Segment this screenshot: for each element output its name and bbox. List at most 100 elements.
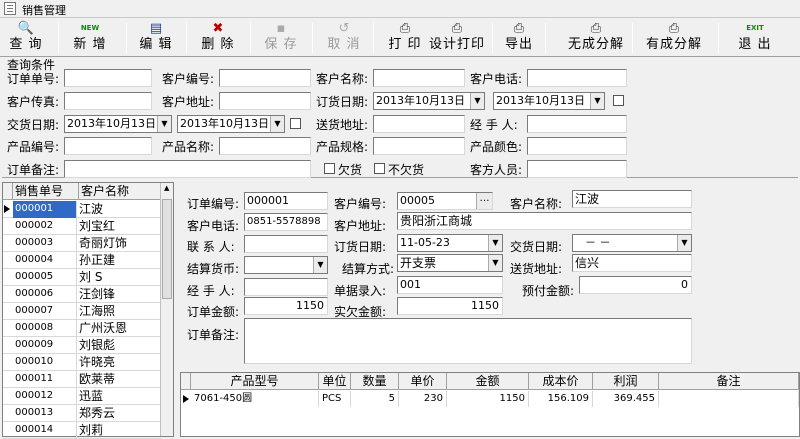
query-conditions-group: 查询条件 订单单号: 客户编号: 客户名称: 客户电话: 客户传真: 客户地址:… bbox=[2, 57, 798, 178]
detail-owed-input[interactable]: 1150 bbox=[397, 297, 503, 315]
query-customer-name-input[interactable] bbox=[373, 69, 465, 87]
detail-doc-entry-input[interactable]: 001 bbox=[397, 276, 503, 294]
query-delivery-date-from[interactable]: 2013年10月13日 ▼ bbox=[64, 115, 172, 133]
grid-cell[interactable]: 7061-450圆 bbox=[191, 391, 319, 407]
grid-cell[interactable] bbox=[659, 391, 799, 407]
query-customer-no-input[interactable] bbox=[219, 69, 311, 87]
grid-cell[interactable]: 1150 bbox=[447, 391, 529, 407]
query-order-date-from[interactable]: 2013年10月13日 ▼ bbox=[373, 92, 485, 110]
list-item[interactable]: 000014 刘莉 bbox=[3, 422, 161, 439]
list-item[interactable]: 000011 欧莱蒂 bbox=[3, 371, 161, 388]
chevron-down-icon[interactable]: ▼ bbox=[313, 257, 327, 273]
list-scrollbar[interactable]: ▲ bbox=[160, 183, 173, 436]
with-cost-split-button[interactable]: ⎙ 有成分解 bbox=[644, 19, 704, 57]
detail-delivery-address-input[interactable]: 信兴 bbox=[572, 254, 692, 272]
detail-customer-no-input[interactable]: 00005… bbox=[397, 192, 493, 210]
detail-delivery-date-picker[interactable]: － － ▼ bbox=[572, 234, 692, 252]
query-remark-label: 订单备注: bbox=[7, 163, 60, 177]
query-order-date-checkbox[interactable] bbox=[613, 95, 624, 106]
list-item[interactable]: 000012 迅蓝 bbox=[3, 388, 161, 405]
grid-cell[interactable]: PCS bbox=[319, 391, 351, 407]
order-items-grid[interactable]: 产品型号 单位 数量 单价 金额 成本价 利润 备注 7061-450圆 PCS 5 230 1150 1… bbox=[180, 372, 800, 437]
query-product-name-input[interactable] bbox=[219, 137, 311, 155]
exit-button[interactable]: EXIT 退 出 bbox=[730, 19, 780, 57]
list-item[interactable]: 000008 广州沃恩 bbox=[3, 320, 161, 337]
query-button[interactable]: 🔍 查 询 bbox=[4, 19, 48, 57]
grid-header[interactable]: 金额 bbox=[447, 373, 529, 390]
list-item[interactable]: 000005 刘 S bbox=[3, 269, 161, 286]
grid-cell[interactable]: 156.109 bbox=[529, 391, 593, 407]
list-item[interactable]: 000003 奇丽灯饰 bbox=[3, 235, 161, 252]
list-item[interactable]: 000007 江海照 bbox=[3, 303, 161, 320]
query-customer-staff-input[interactable] bbox=[527, 160, 627, 178]
query-customer-address-input[interactable] bbox=[219, 92, 311, 110]
order-list[interactable]: 销售单号 客户名称 000001 江波 000002 刘宝红 000003 奇丽灯饰 000… bbox=[2, 182, 174, 439]
query-not-owing-checkbox[interactable] bbox=[374, 163, 385, 174]
detail-remark-textarea[interactable] bbox=[244, 318, 692, 364]
save-button[interactable]: ▪ 保 存 bbox=[259, 19, 303, 57]
list-item[interactable]: 000006 汪剑锋 bbox=[3, 286, 161, 303]
export-button[interactable]: ⎙ 导出 bbox=[500, 19, 538, 57]
grid-header[interactable]: 数量 bbox=[351, 373, 399, 390]
grid-header[interactable]: 产品型号 bbox=[191, 373, 319, 390]
detail-handler-input[interactable] bbox=[244, 278, 328, 296]
list-item[interactable]: 000009 刘银彪 bbox=[3, 337, 161, 354]
chevron-down-icon[interactable]: ▼ bbox=[470, 93, 484, 109]
scroll-up-icon[interactable]: ▲ bbox=[164, 184, 169, 192]
list-item[interactable]: 000013 郑秀云 bbox=[3, 405, 161, 422]
detail-payment-select[interactable]: 开支票 ▼ bbox=[397, 254, 503, 272]
detail-currency-select[interactable]: ▼ bbox=[244, 256, 328, 274]
list-header-customer-name[interactable]: 客户名称 bbox=[79, 183, 161, 200]
grid-header[interactable]: 备注 bbox=[659, 373, 799, 390]
list-item[interactable]: 000001 江波 bbox=[3, 201, 161, 218]
design-print-button[interactable]: ⎙ 设计打印 bbox=[428, 19, 486, 57]
query-customer-fax-input[interactable] bbox=[64, 92, 152, 110]
delete-button[interactable]: ✖ 删 除 bbox=[196, 19, 240, 57]
query-handler-input[interactable] bbox=[527, 115, 627, 133]
chevron-down-icon[interactable]: ▼ bbox=[270, 116, 284, 132]
query-delivery-address-input[interactable] bbox=[373, 115, 465, 133]
query-product-color-input[interactable] bbox=[527, 137, 627, 155]
detail-contact-input[interactable] bbox=[244, 235, 328, 253]
ellipsis-button[interactable]: … bbox=[476, 193, 492, 209]
list-header-order-no[interactable]: 销售单号 bbox=[13, 183, 79, 200]
detail-customer-phone-input[interactable]: 0851-5578898 bbox=[244, 213, 328, 231]
query-order-no-input[interactable] bbox=[64, 69, 152, 87]
query-delivery-date-checkbox[interactable] bbox=[290, 118, 301, 129]
grid-cell[interactable]: 5 bbox=[351, 391, 399, 407]
query-customer-phone-input[interactable] bbox=[527, 69, 627, 87]
chevron-down-icon[interactable]: ▼ bbox=[590, 93, 604, 109]
detail-order-date-picker[interactable]: 11-05-23 ▼ bbox=[397, 234, 503, 252]
detail-amount-input[interactable]: 1150 bbox=[244, 297, 328, 315]
grid-cell[interactable]: 369.455 bbox=[593, 391, 659, 407]
scrollbar-thumb[interactable] bbox=[162, 199, 172, 299]
grid-header[interactable]: 利润 bbox=[593, 373, 659, 390]
query-order-date-to[interactable]: 2013年10月13日 ▼ bbox=[493, 92, 605, 110]
detail-order-no-input[interactable]: 000001 bbox=[244, 192, 328, 210]
print-button[interactable]: ⎙ 打 印 bbox=[383, 19, 427, 57]
add-button[interactable]: NEW 新 增 bbox=[68, 19, 112, 57]
chevron-down-icon[interactable]: ▼ bbox=[157, 116, 171, 132]
detail-customer-name-input[interactable]: 江波 bbox=[572, 190, 692, 208]
list-item[interactable]: 000010 许晓亮 bbox=[3, 354, 161, 371]
grid-header[interactable]: 成本价 bbox=[529, 373, 593, 390]
detail-customer-address-input[interactable]: 贵阳浙江商城 bbox=[397, 212, 692, 230]
no-cost-split-button[interactable]: ⎙ 无成分解 bbox=[566, 19, 626, 57]
chevron-down-icon[interactable]: ▼ bbox=[488, 255, 502, 271]
list-item[interactable]: 000002 刘宝红 bbox=[3, 218, 161, 235]
query-product-spec-input[interactable] bbox=[373, 137, 465, 155]
query-product-no-input[interactable] bbox=[64, 137, 152, 155]
query-delivery-date-to[interactable]: 2013年10月13日 ▼ bbox=[177, 115, 285, 133]
query-owing-checkbox[interactable] bbox=[324, 163, 335, 174]
grid-header[interactable]: 单位 bbox=[319, 373, 351, 390]
edit-button[interactable]: ▤ 编 辑 bbox=[134, 19, 178, 57]
chevron-down-icon[interactable]: ▼ bbox=[488, 235, 502, 251]
with-cost-split-icon: ⎙ bbox=[668, 21, 680, 36]
query-remark-input[interactable] bbox=[64, 160, 311, 178]
chevron-down-icon[interactable]: ▼ bbox=[677, 235, 691, 251]
list-item[interactable]: 000004 孙正建 bbox=[3, 252, 161, 269]
grid-cell[interactable]: 230 bbox=[399, 391, 447, 407]
detail-prepaid-input[interactable]: 0 bbox=[579, 276, 692, 294]
cancel-button[interactable]: ↺ 取 消 bbox=[322, 19, 366, 57]
grid-header[interactable]: 单价 bbox=[399, 373, 447, 390]
